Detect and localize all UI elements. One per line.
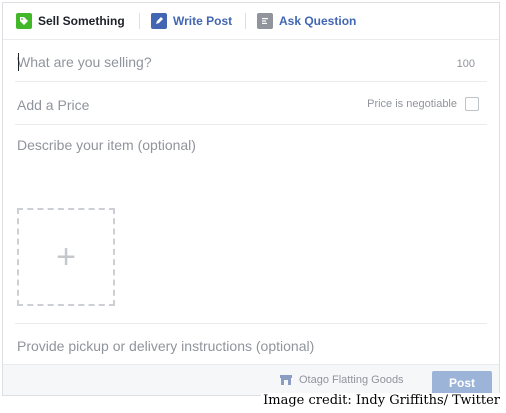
- title-row: 100: [15, 39, 487, 82]
- tab-sell-something[interactable]: Sell Something: [16, 12, 125, 30]
- page-selector[interactable]: Otago Flatting Goods: [279, 374, 404, 386]
- tab-label: Sell Something: [38, 14, 125, 28]
- negotiable-checkbox[interactable]: [465, 97, 479, 111]
- composer-footer: Otago Flatting Goods Post: [3, 364, 499, 395]
- tab-write-post[interactable]: Write Post: [151, 12, 232, 30]
- list-icon: [257, 13, 273, 29]
- price-row: Price is negotiable: [15, 82, 487, 125]
- post-button[interactable]: Post: [432, 371, 492, 395]
- tag-icon: [16, 13, 32, 29]
- negotiable-label: Price is negotiable: [367, 98, 457, 110]
- page-name: Otago Flatting Goods: [299, 374, 404, 386]
- price-negotiable: Price is negotiable: [367, 97, 479, 111]
- composer-tabs: Sell Something Write Post Ask Question: [3, 3, 499, 40]
- page-store-icon: [280, 375, 292, 385]
- pickup-row: [15, 323, 487, 364]
- tab-label: Ask Question: [279, 14, 357, 28]
- tab-divider: [139, 13, 140, 29]
- item-title-input[interactable]: [17, 53, 397, 71]
- text-cursor: [18, 53, 19, 71]
- description-input[interactable]: [17, 137, 477, 197]
- tab-ask-question[interactable]: Ask Question: [257, 12, 356, 30]
- sell-composer: Sell Something Write Post Ask Question 1…: [2, 2, 500, 396]
- char-counter: 100: [456, 58, 475, 70]
- pickup-instructions-input[interactable]: [17, 337, 477, 355]
- tab-label: Write Post: [173, 14, 233, 28]
- pencil-icon: [151, 13, 167, 29]
- tab-divider: [245, 13, 246, 29]
- plus-icon: +: [56, 238, 76, 276]
- price-input[interactable]: [17, 96, 317, 114]
- add-photo-button[interactable]: +: [17, 208, 115, 306]
- image-credit: Image credit: Indy Griffiths/ Twitter: [261, 393, 502, 411]
